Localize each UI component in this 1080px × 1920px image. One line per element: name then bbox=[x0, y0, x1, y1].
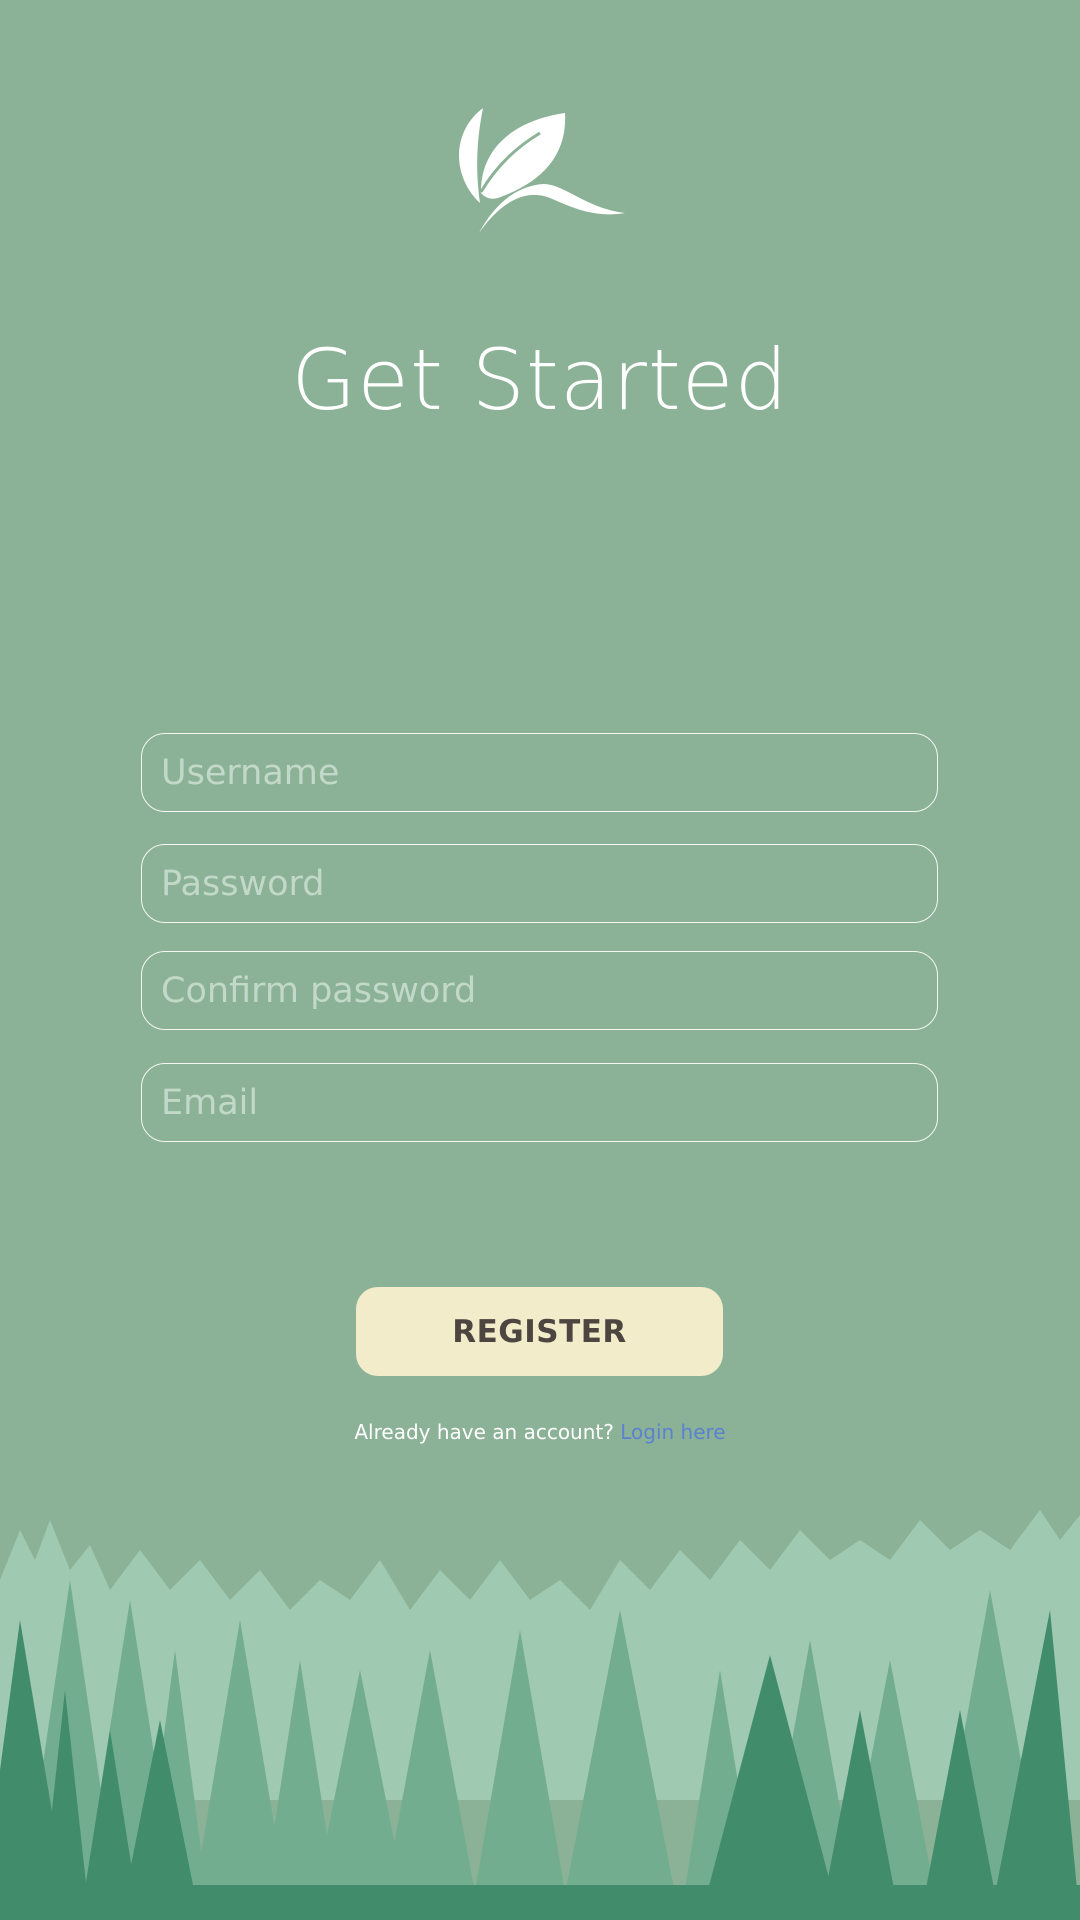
login-link[interactable]: Login here bbox=[620, 1420, 725, 1444]
password-field[interactable] bbox=[141, 844, 938, 923]
email-field[interactable] bbox=[141, 1063, 938, 1142]
register-button[interactable]: REGISTER bbox=[356, 1287, 723, 1376]
confirm-password-field[interactable] bbox=[141, 951, 938, 1030]
username-field[interactable] bbox=[141, 733, 938, 812]
forest-silhouette-illustration bbox=[0, 1510, 1080, 1920]
register-screen: Get Started REGISTER Already have an acc… bbox=[0, 0, 1080, 1920]
login-prompt: Already have an account? Login here bbox=[0, 1420, 1080, 1444]
page-title: Get Started bbox=[291, 331, 789, 429]
leaf-logo-icon bbox=[459, 108, 625, 233]
login-prompt-text: Already have an account? bbox=[354, 1420, 614, 1444]
